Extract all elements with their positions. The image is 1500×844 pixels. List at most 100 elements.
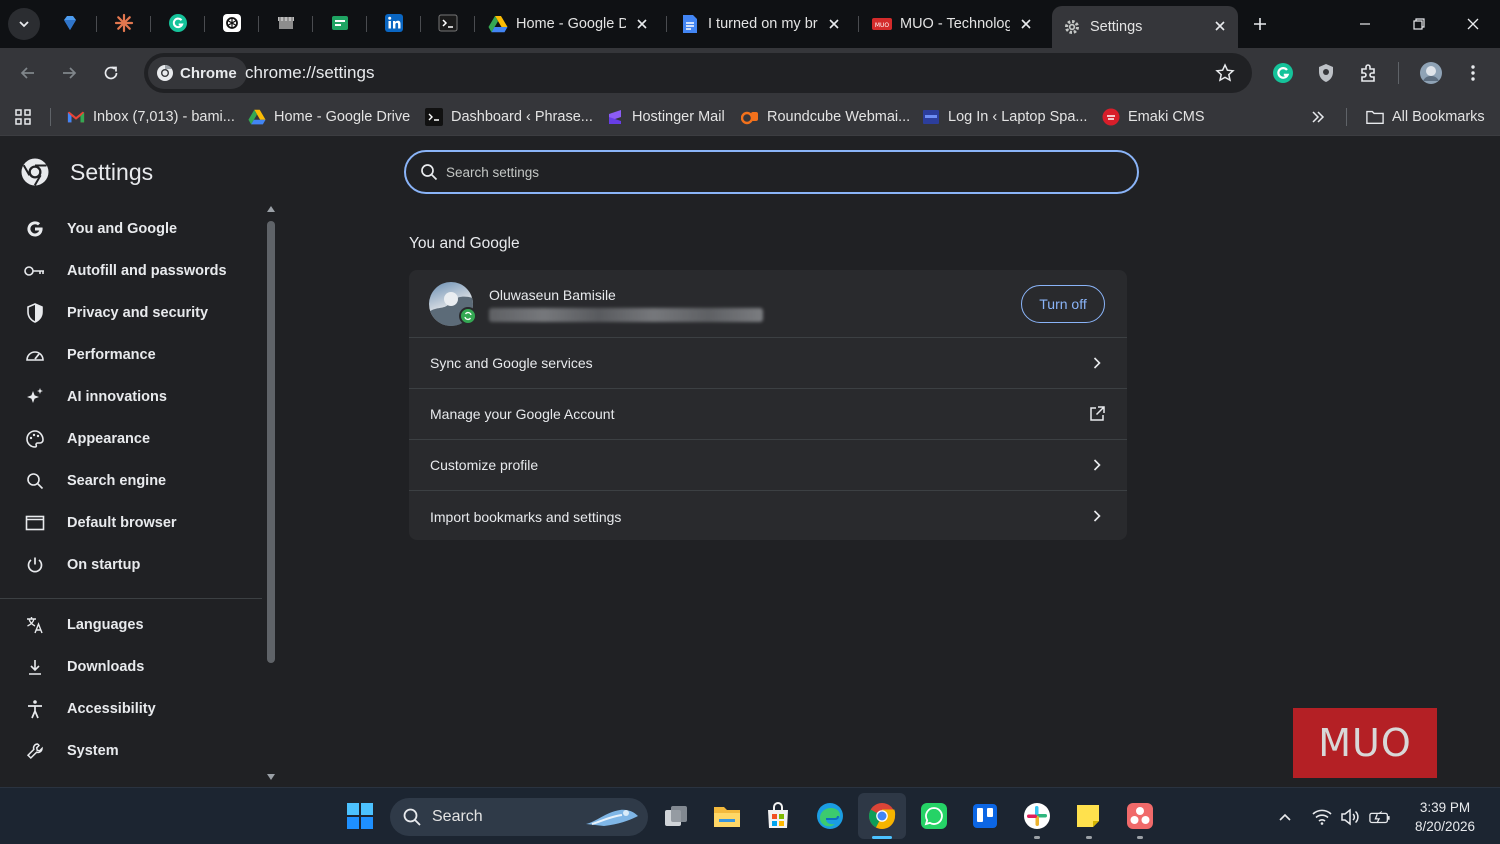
- chevron-right-icon: [1093, 510, 1101, 522]
- new-tab-button[interactable]: [1248, 12, 1272, 36]
- bookmark-dashboard[interactable]: Dashboard ‹ Phrase...: [425, 107, 593, 127]
- chevron-right-icon: [1093, 459, 1101, 471]
- pinned-tab-chatgpt[interactable]: [219, 10, 245, 36]
- trello-button[interactable]: [969, 800, 1001, 832]
- profile-button[interactable]: [1418, 60, 1444, 86]
- scroll-down-icon: [267, 774, 275, 780]
- slack-button[interactable]: [1021, 800, 1053, 832]
- microsoft-store-button[interactable]: [762, 800, 794, 832]
- taskbar-search-box[interactable]: Search: [390, 798, 648, 836]
- bookmark-star-button[interactable]: [1214, 62, 1236, 84]
- url-text[interactable]: chrome://settings: [245, 63, 374, 83]
- task-view-button[interactable]: [660, 800, 692, 832]
- start-button[interactable]: [344, 800, 376, 832]
- nav-item-privacy[interactable]: Privacy and security: [0, 293, 262, 333]
- row-manage-google-account[interactable]: Manage your Google Account: [409, 389, 1127, 440]
- all-bookmarks-button[interactable]: All Bookmarks: [1366, 107, 1485, 127]
- bookmark-roundcube[interactable]: Roundcube Webmai...: [741, 107, 910, 127]
- site-info-chip[interactable]: Chrome: [148, 57, 247, 89]
- sticky-notes-button[interactable]: [1072, 800, 1104, 832]
- forward-button[interactable]: [56, 60, 82, 86]
- nav-item-search-engine[interactable]: Search engine: [0, 461, 262, 501]
- nav-item-default-browser[interactable]: Default browser: [0, 503, 262, 543]
- taskbar-clock[interactable]: 3:39 PM 8/20/2026: [1400, 798, 1490, 836]
- nav-item-autofill[interactable]: Autofill and passwords: [0, 251, 262, 291]
- terminal-icon: [438, 14, 458, 32]
- translate-icon: [27, 617, 43, 634]
- menu-button[interactable]: [1460, 60, 1486, 86]
- restore-button[interactable]: [1403, 8, 1435, 40]
- nav-item-downloads[interactable]: Downloads: [0, 647, 262, 687]
- nav-item-accessibility[interactable]: Accessibility: [0, 689, 262, 729]
- close-window-button[interactable]: [1457, 8, 1489, 40]
- pinned-tab-terminal[interactable]: [435, 10, 461, 36]
- close-icon: [1215, 21, 1225, 31]
- arrow-left-icon: [20, 67, 34, 79]
- edge-button[interactable]: [814, 800, 846, 832]
- bookmark-gmail[interactable]: Inbox (7,013) - bami...: [67, 107, 235, 127]
- nav-scrollbar[interactable]: [262, 205, 280, 783]
- battery-status[interactable]: [1369, 806, 1391, 828]
- nav-item-you-and-google[interactable]: You and Google: [0, 209, 262, 249]
- tab-muo[interactable]: MUO MUO - Technology: [862, 6, 1044, 42]
- shield-extension-button[interactable]: [1313, 60, 1339, 86]
- pinned-tab-gem[interactable]: [57, 10, 83, 36]
- show-hidden-icons-button[interactable]: [1274, 806, 1296, 828]
- volume-status[interactable]: [1339, 806, 1361, 828]
- omnibox[interactable]: Chrome chrome://settings: [144, 53, 1252, 93]
- pinned-tab-grammarly[interactable]: [165, 10, 191, 36]
- chrome-taskbar-button[interactable]: [866, 800, 898, 832]
- star-icon: [1215, 63, 1235, 82]
- bookmark-laptop-spa[interactable]: Log In ‹ Laptop Spa...: [922, 107, 1087, 127]
- close-tab-button[interactable]: [824, 14, 844, 34]
- pinned-tab-sheets[interactable]: [327, 10, 353, 36]
- nav-item-appearance[interactable]: Appearance: [0, 419, 262, 459]
- search-settings-input[interactable]: [446, 164, 1096, 180]
- whatsapp-button[interactable]: [918, 800, 950, 832]
- back-button[interactable]: [15, 60, 41, 86]
- row-import-bookmarks[interactable]: Import bookmarks and settings: [409, 491, 1127, 542]
- close-tab-button[interactable]: [1210, 16, 1230, 36]
- bookmark-google-drive[interactable]: Home - Google Drive: [248, 107, 410, 127]
- turn-off-sync-button[interactable]: Turn off: [1021, 285, 1105, 323]
- apps-button[interactable]: [14, 107, 32, 127]
- bookmarks-overflow-button[interactable]: [1310, 107, 1326, 127]
- wordpress-icon: [425, 108, 443, 126]
- wifi-status[interactable]: [1311, 806, 1333, 828]
- row-customize-profile[interactable]: Customize profile: [409, 440, 1127, 491]
- minimize-button[interactable]: [1349, 8, 1381, 40]
- file-explorer-button[interactable]: [711, 800, 743, 832]
- profile-row: Oluwaseun Bamisile Turn off: [409, 270, 1127, 338]
- asana-button[interactable]: [1124, 800, 1156, 832]
- row-sync-google-services[interactable]: Sync and Google services: [409, 338, 1127, 389]
- close-tab-button[interactable]: [632, 14, 652, 34]
- bookmark-emaki[interactable]: Emaki CMS: [1102, 107, 1205, 127]
- restore-icon: [1413, 18, 1425, 30]
- search-settings-box[interactable]: [404, 150, 1139, 194]
- tab-google-doc[interactable]: I turned on my browser: [670, 6, 852, 42]
- grammarly-extension-button[interactable]: [1270, 60, 1296, 86]
- nav-item-languages[interactable]: Languages: [0, 605, 262, 645]
- close-icon: [1021, 19, 1031, 29]
- slack-icon: [1024, 803, 1050, 829]
- pinned-tab-linkedin[interactable]: [381, 10, 407, 36]
- scrollbar-thumb[interactable]: [267, 221, 275, 663]
- tab-search-button[interactable]: [8, 8, 40, 40]
- minimize-icon: [1360, 23, 1370, 25]
- tab-settings[interactable]: Settings: [1052, 6, 1238, 48]
- plus-icon: [1254, 18, 1266, 30]
- nav-item-system[interactable]: System: [0, 731, 262, 771]
- close-tab-button[interactable]: [1016, 14, 1036, 34]
- tab-google-drive[interactable]: Home - Google Drive: [478, 6, 660, 42]
- reload-button[interactable]: [98, 60, 124, 86]
- pinned-tab-claude[interactable]: [111, 10, 137, 36]
- asterisk-icon: [114, 13, 134, 33]
- extensions-button[interactable]: [1356, 60, 1382, 86]
- folder-icon: [714, 807, 740, 827]
- bookmark-hostinger[interactable]: Hostinger Mail: [606, 107, 725, 127]
- nav-item-ai-innovations[interactable]: AI innovations: [0, 377, 262, 417]
- scroll-up-icon: [267, 206, 275, 212]
- pinned-tab-store[interactable]: [273, 10, 299, 36]
- nav-item-on-startup[interactable]: On startup: [0, 545, 262, 585]
- nav-item-performance[interactable]: Performance: [0, 335, 262, 375]
